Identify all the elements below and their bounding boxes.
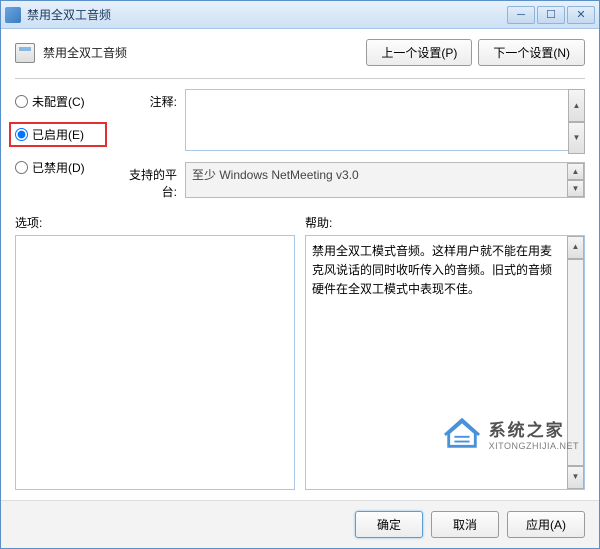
radio-enabled-label: 已启用(E) — [32, 126, 84, 143]
comment-label: 注释: — [117, 89, 177, 110]
window-controls: ─ ☐ ✕ — [507, 6, 595, 24]
options-box — [15, 235, 295, 490]
radio-enabled-input[interactable] — [15, 128, 28, 141]
scroll-track[interactable] — [567, 259, 584, 467]
window-title: 禁用全双工音频 — [27, 6, 507, 23]
platform-label: 支持的平台: — [117, 162, 177, 200]
radio-disabled-label: 已禁用(D) — [32, 159, 85, 176]
help-panel: 帮助: 禁用全双工模式音频。这样用户就不能在用麦克风说话的同时收听传入的音频。旧… — [305, 214, 585, 490]
close-button[interactable]: ✕ — [567, 6, 595, 24]
options-panel: 选项: — [15, 214, 295, 490]
radio-not-configured-label: 未配置(C) — [32, 93, 85, 110]
scroll-down-icon[interactable]: ▼ — [568, 122, 585, 155]
radio-disabled-input[interactable] — [15, 161, 28, 174]
header-row: 禁用全双工音频 上一个设置(P) 下一个设置(N) — [15, 39, 585, 66]
dialog-window: 禁用全双工音频 ─ ☐ ✕ 禁用全双工音频 上一个设置(P) 下一个设置(N) … — [0, 0, 600, 549]
help-box: 禁用全双工模式音频。这样用户就不能在用麦克风说话的同时收听传入的音频。旧式的音频… — [305, 235, 585, 490]
minimize-button[interactable]: ─ — [507, 6, 535, 24]
previous-setting-button[interactable]: 上一个设置(P) — [366, 39, 472, 66]
scroll-up-icon[interactable]: ▲ — [567, 236, 584, 259]
radio-group: 未配置(C) 已启用(E) 已禁用(D) — [15, 89, 107, 200]
options-label: 选项: — [15, 214, 295, 231]
platform-value: 至少 Windows NetMeeting v3.0 — [192, 166, 359, 183]
comment-textarea[interactable] — [185, 89, 585, 151]
scroll-down-icon[interactable]: ▼ — [567, 180, 584, 197]
divider — [15, 78, 585, 79]
titlebar[interactable]: 禁用全双工音频 ─ ☐ ✕ — [1, 1, 599, 29]
maximize-button[interactable]: ☐ — [537, 6, 565, 24]
next-setting-button[interactable]: 下一个设置(N) — [478, 39, 585, 66]
scroll-up-icon[interactable]: ▲ — [567, 163, 584, 180]
scroll-down-icon[interactable]: ▼ — [567, 466, 584, 489]
config-row: 未配置(C) 已启用(E) 已禁用(D) 注释: ▲ — [15, 89, 585, 200]
radio-disabled[interactable]: 已禁用(D) — [15, 159, 107, 176]
apply-button[interactable]: 应用(A) — [507, 511, 585, 538]
radio-enabled[interactable]: 已启用(E) — [9, 122, 107, 147]
radio-not-configured-input[interactable] — [15, 95, 28, 108]
policy-title: 禁用全双工音频 — [43, 44, 127, 61]
panels-row: 选项: 帮助: 禁用全双工模式音频。这样用户就不能在用麦克风说话的同时收听传入的… — [15, 214, 585, 490]
platform-value-box: 至少 Windows NetMeeting v3.0 ▲ ▼ — [185, 162, 585, 198]
app-icon — [5, 7, 21, 23]
help-label: 帮助: — [305, 214, 585, 231]
fields-column: 注释: ▲ ▼ 支持的平台: 至少 Windows NetMeeting v3.… — [117, 89, 585, 200]
ok-button[interactable]: 确定 — [355, 511, 423, 538]
radio-not-configured[interactable]: 未配置(C) — [15, 93, 107, 110]
content-area: 禁用全双工音频 上一个设置(P) 下一个设置(N) 未配置(C) 已启用(E) — [1, 29, 599, 500]
help-text: 禁用全双工模式音频。这样用户就不能在用麦克风说话的同时收听传入的音频。旧式的音频… — [312, 242, 578, 300]
footer: 确定 取消 应用(A) — [1, 500, 599, 548]
policy-icon — [15, 43, 35, 63]
scroll-up-icon[interactable]: ▲ — [568, 89, 585, 122]
cancel-button[interactable]: 取消 — [431, 511, 499, 538]
